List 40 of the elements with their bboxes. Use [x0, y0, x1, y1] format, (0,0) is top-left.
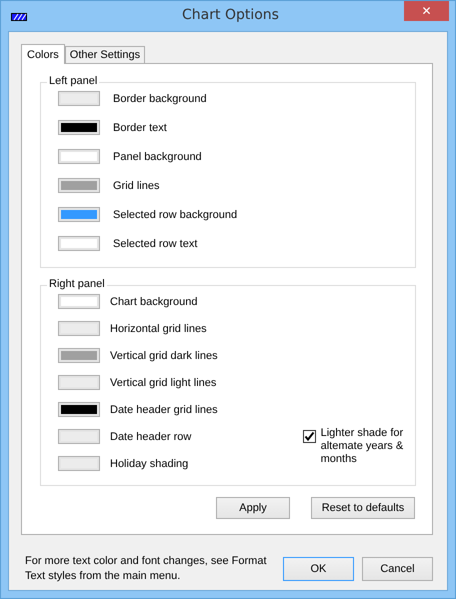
color-label: Border background	[113, 92, 207, 104]
color-label: Holiday shading	[110, 458, 188, 470]
color-swatch[interactable]	[58, 456, 100, 471]
tab[interactable]: Other Settings	[64, 46, 146, 63]
color-label: Selected row background	[113, 208, 238, 220]
color-swatch[interactable]	[58, 178, 100, 193]
color-label: Grid lines	[113, 180, 160, 192]
push-button[interactable]: Apply	[216, 497, 290, 519]
footer-note: For more text color and font changes, see Format Text styles from the main menu.	[25, 554, 268, 584]
color-swatch[interactable]	[58, 402, 100, 417]
color-label: Border text	[113, 122, 167, 134]
color-label: Date header grid lines	[110, 404, 218, 416]
color-swatch[interactable]	[58, 294, 100, 309]
checkbox-label: Lighter shade for altemate years & months	[320, 427, 404, 466]
push-button[interactable]: Reset to defaults	[311, 497, 415, 519]
group-title: Left panel	[47, 75, 100, 87]
color-swatch[interactable]	[58, 429, 100, 444]
color-label: Chart background	[110, 296, 198, 308]
color-swatch[interactable]	[58, 149, 100, 164]
color-label: Horizontal grid lines	[110, 322, 207, 334]
app-icon	[11, 13, 27, 21]
color-label: Date header row	[110, 430, 192, 442]
color-label: Panel background	[113, 150, 202, 162]
push-button[interactable]: Cancel	[362, 557, 433, 581]
color-swatch[interactable]	[58, 207, 100, 222]
tab[interactable]: Colors	[21, 44, 65, 64]
push-button[interactable]: OK	[282, 557, 354, 581]
close-button[interactable]: ✕	[404, 1, 449, 21]
color-swatch[interactable]	[58, 91, 100, 106]
color-label: Vertical grid dark lines	[110, 350, 218, 362]
color-swatch[interactable]	[58, 236, 100, 251]
window-title: Chart Options	[181, 7, 280, 23]
color-swatch[interactable]	[58, 348, 100, 363]
color-swatch[interactable]	[58, 321, 100, 336]
checkbox[interactable]	[302, 430, 316, 443]
group-title: Right panel	[47, 278, 107, 290]
color-swatch[interactable]	[58, 120, 100, 135]
color-label: Vertical grid light lines	[110, 376, 216, 388]
color-swatch[interactable]	[58, 375, 100, 390]
color-label: Selected row text	[113, 238, 198, 250]
